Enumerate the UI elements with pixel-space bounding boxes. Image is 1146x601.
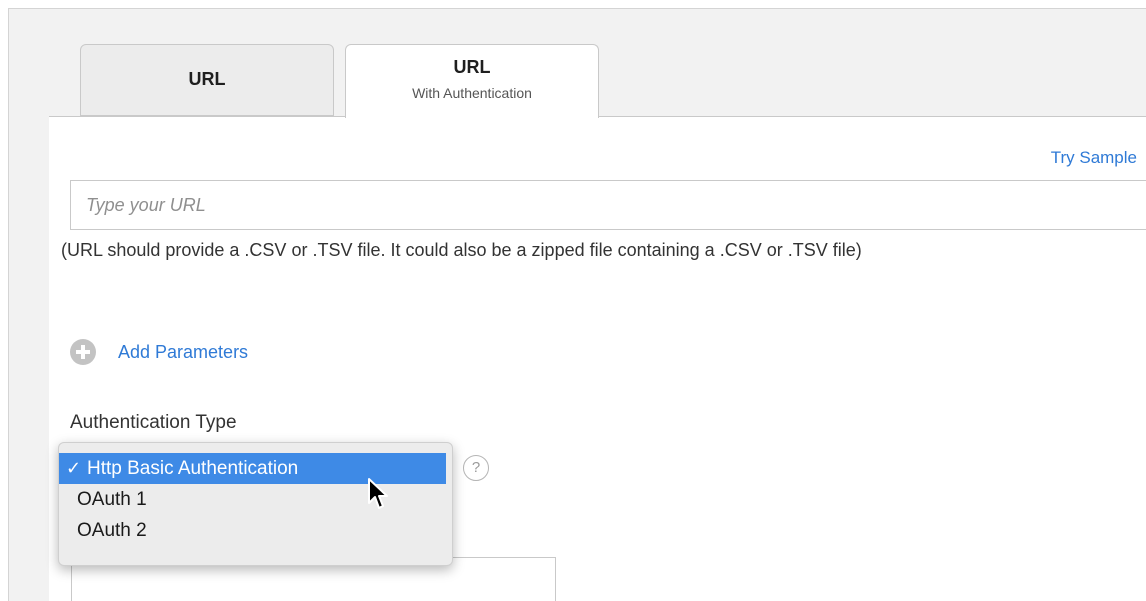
try-sample-link[interactable]: Try Sample bbox=[1051, 148, 1137, 168]
authentication-type-dropdown[interactable]: ✓ Http Basic Authentication OAuth 1 OAut… bbox=[58, 442, 453, 566]
authentication-type-label: Authentication Type bbox=[70, 412, 237, 433]
tab-auth-subtitle: With Authentication bbox=[412, 85, 532, 101]
add-parameters-label: Add Parameters bbox=[118, 341, 249, 362]
checkmark-icon: ✓ bbox=[66, 458, 82, 478]
dropdown-option-label: Http Basic Authentication bbox=[87, 458, 299, 479]
plus-circle-icon bbox=[70, 339, 96, 365]
dropdown-option-label: OAuth 1 bbox=[77, 489, 147, 510]
dropdown-option-oauth2[interactable]: OAuth 2 bbox=[59, 515, 446, 546]
url-hint-text: (URL should provide a .CSV or .TSV file.… bbox=[61, 240, 862, 260]
add-parameters-button[interactable]: Add Parameters bbox=[70, 338, 248, 366]
tab-auth-title: URL bbox=[453, 57, 491, 77]
url-input[interactable] bbox=[70, 180, 1146, 230]
tab-url-with-authentication[interactable]: URL With Authentication bbox=[345, 44, 599, 118]
dropdown-option-label: OAuth 2 bbox=[77, 520, 147, 541]
question-circle-icon[interactable]: ? bbox=[463, 455, 489, 481]
tab-url-title: URL bbox=[188, 69, 226, 89]
window-frame: URL URL With Authentication Try Sample (… bbox=[8, 8, 1146, 601]
mouse-pointer-icon bbox=[368, 478, 388, 509]
tab-url[interactable]: URL bbox=[80, 44, 334, 116]
